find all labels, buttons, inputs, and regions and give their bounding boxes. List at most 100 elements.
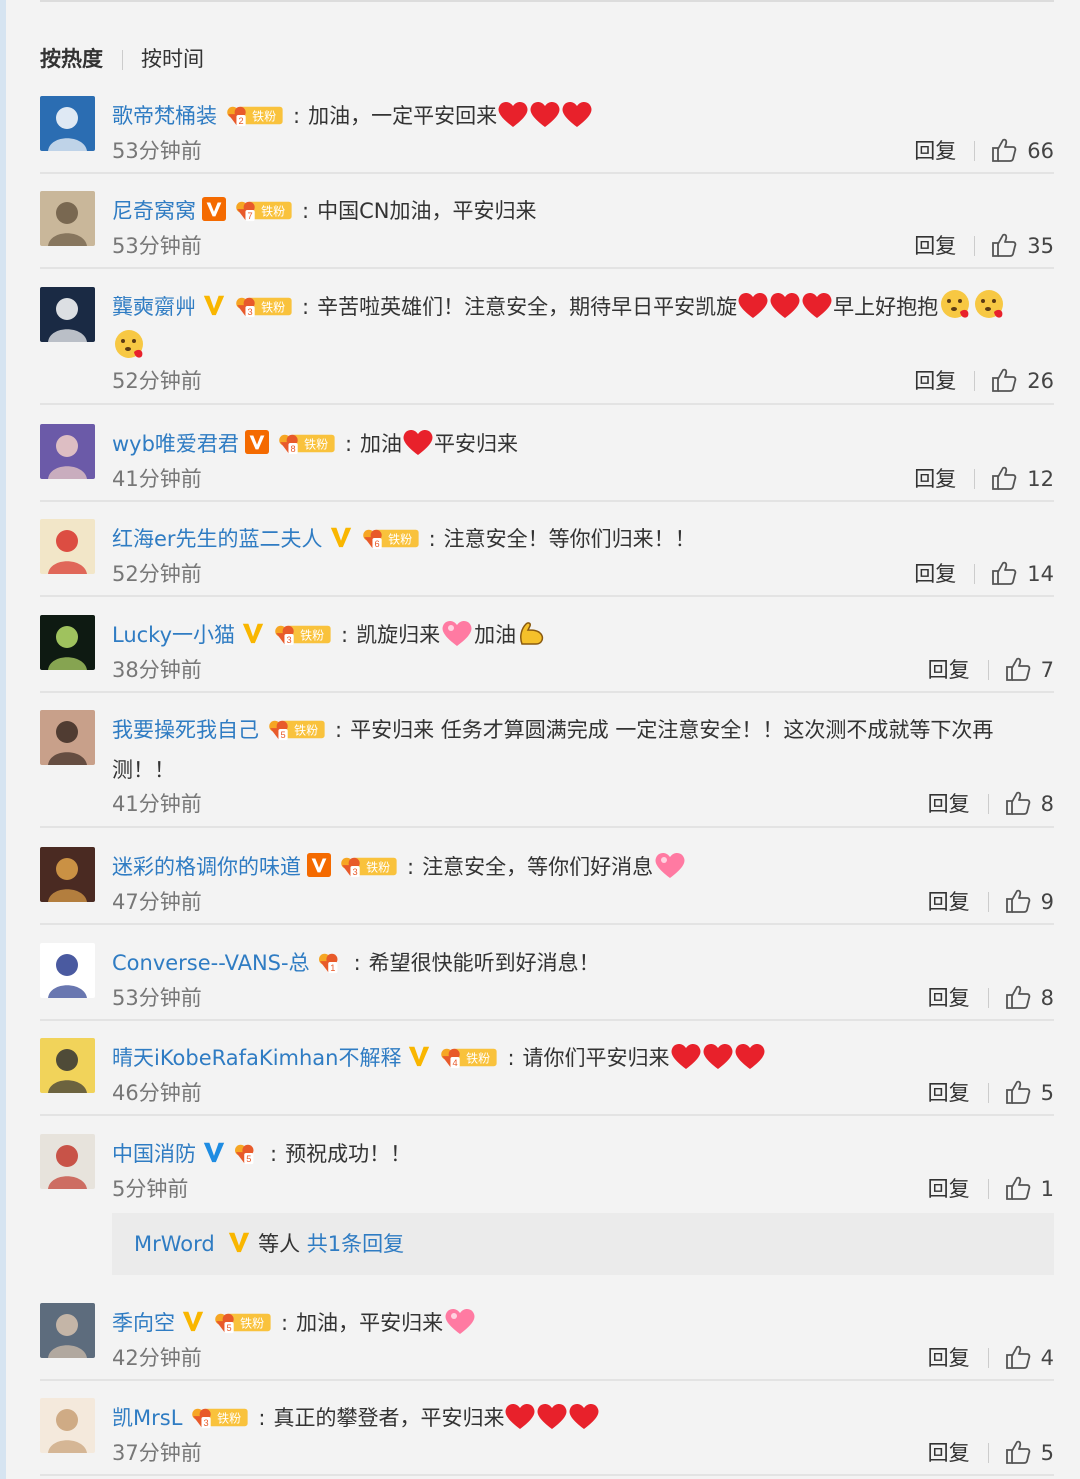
reply-button[interactable]: 回复 bbox=[914, 461, 956, 497]
comment-time: 53分钟前 bbox=[112, 139, 202, 163]
comment-username[interactable]: 歌帝梵桶装 bbox=[112, 104, 217, 128]
avatar[interactable] bbox=[40, 1398, 95, 1453]
reply-button[interactable]: 回复 bbox=[928, 786, 970, 822]
tab-sort-by-hot[interactable]: 按热度 bbox=[40, 44, 103, 74]
reply-button[interactable]: 回复 bbox=[914, 363, 956, 399]
comment-line: 中国消防 5: 预祝成功！！ bbox=[112, 1134, 1054, 1174]
replies-summary[interactable]: MrWord 等人 共1条回复 bbox=[112, 1213, 1054, 1275]
colon-separator: : bbox=[353, 951, 361, 975]
thumbs-up-icon[interactable] bbox=[1005, 1344, 1031, 1370]
comment-time: 38分钟前 bbox=[112, 658, 202, 682]
comment-actions: 回复 66 bbox=[914, 133, 1054, 169]
reply-user-link[interactable]: MrWord bbox=[134, 1232, 215, 1256]
verified-v-icon bbox=[307, 853, 331, 877]
reply-button[interactable]: 回复 bbox=[928, 884, 970, 920]
emoji-heart-icon bbox=[403, 429, 433, 455]
tab-sort-by-time[interactable]: 按时间 bbox=[141, 44, 204, 74]
reply-button[interactable]: 回复 bbox=[928, 980, 970, 1016]
comment-time: 52分钟前 bbox=[112, 562, 202, 586]
like-count: 66 bbox=[1027, 139, 1054, 163]
emoji-sparkling-heart-icon bbox=[655, 852, 685, 878]
comments-page: 按热度 按时间 歌帝梵桶装 2 铁粉: 加油，一定平安回来 53分钟前 回复 66 尼… bbox=[0, 0, 1080, 1479]
thumbs-up-icon[interactable] bbox=[1005, 888, 1031, 914]
reply-button[interactable]: 回复 bbox=[928, 1075, 970, 1111]
thumbs-up-icon[interactable] bbox=[991, 232, 1017, 258]
emoji-smiling-face-icon bbox=[975, 290, 1004, 318]
comment-item: 中国消防 5: 预祝成功！！ 5分钟前 回复 1 bbox=[40, 1134, 1054, 1204]
avatar[interactable] bbox=[40, 96, 95, 151]
comment-time: 53分钟前 bbox=[112, 986, 202, 1010]
reply-button[interactable]: 回复 bbox=[928, 1435, 970, 1471]
action-separator bbox=[974, 141, 976, 161]
fan-badge-icon: 3 铁粉 bbox=[236, 297, 292, 317]
fan-badge-icon: 3 铁粉 bbox=[275, 625, 331, 645]
comment-username[interactable]: Lucky一小猫 bbox=[112, 623, 235, 647]
comment-username[interactable]: 龔奭䶒艸 bbox=[112, 295, 196, 319]
avatar[interactable] bbox=[40, 424, 95, 479]
avatar[interactable] bbox=[40, 519, 95, 574]
avatar[interactable] bbox=[40, 191, 95, 246]
comment-username[interactable]: 中国消防 bbox=[112, 1142, 196, 1166]
comment-username[interactable]: 季向空 bbox=[112, 1311, 175, 1335]
action-separator bbox=[987, 1443, 989, 1463]
comment-body: Converse--VANS-总 1: 希望很快能听到好消息！ bbox=[112, 943, 1054, 983]
reply-button[interactable]: 回复 bbox=[928, 652, 970, 688]
avatar[interactable] bbox=[40, 1038, 95, 1093]
view-replies-link[interactable]: 共1条回复 bbox=[307, 1232, 404, 1256]
avatar[interactable] bbox=[40, 1134, 95, 1189]
comment-item: 尼奇窝窝 7 铁粉: 中国CN加油，平安归来 53分钟前 回复 35 bbox=[40, 191, 1054, 269]
comment-username[interactable]: 晴天iKobeRafaKimhan不解释 bbox=[112, 1046, 401, 1070]
thumbs-up-icon[interactable] bbox=[1005, 1439, 1031, 1465]
comment-divider bbox=[40, 172, 1054, 174]
reply-button[interactable]: 回复 bbox=[928, 1340, 970, 1376]
comment-actions: 回复 9 bbox=[928, 884, 1054, 920]
colon-separator: : bbox=[302, 199, 310, 223]
like-count: 9 bbox=[1040, 890, 1054, 914]
comment-time: 52分钟前 bbox=[112, 369, 202, 393]
comment-username[interactable]: 红海er先生的蓝二夫人 bbox=[112, 527, 323, 551]
thumbs-up-icon[interactable] bbox=[991, 367, 1017, 393]
comment-item: 凯MrsL 3 铁粉: 真正的攀登者，平安归来 37分钟前 回复 5 bbox=[40, 1398, 1054, 1476]
thumbs-up-icon[interactable] bbox=[1005, 984, 1031, 1010]
comment-body: 季向空 5 铁粉: 加油，平安归来 bbox=[112, 1303, 1054, 1343]
thumbs-up-icon[interactable] bbox=[991, 137, 1017, 163]
reply-button[interactable]: 回复 bbox=[928, 1171, 970, 1207]
fan-label: 铁粉 bbox=[388, 533, 412, 547]
verified-v-icon bbox=[244, 430, 269, 454]
reply-button[interactable]: 回复 bbox=[914, 556, 956, 592]
comment-line: 歌帝梵桶装 2 铁粉: 加油，一定平安回来 bbox=[112, 96, 1054, 136]
avatar[interactable] bbox=[40, 615, 95, 670]
fan-label: 铁粉 bbox=[304, 438, 328, 452]
comment-username[interactable]: Converse--VANS-总 bbox=[112, 951, 310, 975]
fan-badge-icon: 5 bbox=[235, 1144, 254, 1164]
comment-actions: 回复 12 bbox=[914, 461, 1054, 497]
avatar[interactable] bbox=[40, 287, 95, 342]
avatar[interactable] bbox=[40, 1303, 95, 1358]
comment-username[interactable]: wyb唯爱君君 bbox=[112, 432, 239, 456]
thumbs-up-icon[interactable] bbox=[1005, 790, 1031, 816]
reply-button[interactable]: 回复 bbox=[914, 133, 956, 169]
comment-divider bbox=[40, 1379, 1054, 1381]
fan-level: 5 bbox=[246, 1154, 251, 1164]
comment-username[interactable]: 尼奇窝窝 bbox=[112, 199, 196, 223]
avatar[interactable] bbox=[40, 710, 95, 765]
comment-text-continuation: 测！！ bbox=[112, 758, 175, 782]
comment-text: 加油，平安归来 bbox=[296, 1311, 444, 1335]
thumbs-up-icon[interactable] bbox=[1005, 1079, 1031, 1105]
comment-username[interactable]: 迷彩的格调你的味道 bbox=[112, 855, 301, 879]
thumbs-up-icon[interactable] bbox=[991, 560, 1017, 586]
verified-v-icon bbox=[229, 1232, 250, 1253]
colon-separator: : bbox=[341, 623, 349, 647]
thumbs-up-icon[interactable] bbox=[1005, 656, 1031, 682]
comment-username[interactable]: 凯MrsL bbox=[112, 1406, 182, 1430]
colon-separator: : bbox=[407, 855, 415, 879]
comment-username[interactable]: 我要操死我自己 bbox=[112, 718, 259, 742]
action-separator bbox=[987, 1179, 989, 1199]
thumbs-up-icon[interactable] bbox=[1005, 1175, 1031, 1201]
avatar[interactable] bbox=[40, 943, 95, 998]
thumbs-up-icon[interactable] bbox=[991, 465, 1017, 491]
reply-button[interactable]: 回复 bbox=[914, 228, 956, 264]
verified-v-icon bbox=[202, 197, 226, 221]
avatar[interactable] bbox=[40, 847, 95, 902]
fan-level: 3 bbox=[204, 1418, 209, 1428]
